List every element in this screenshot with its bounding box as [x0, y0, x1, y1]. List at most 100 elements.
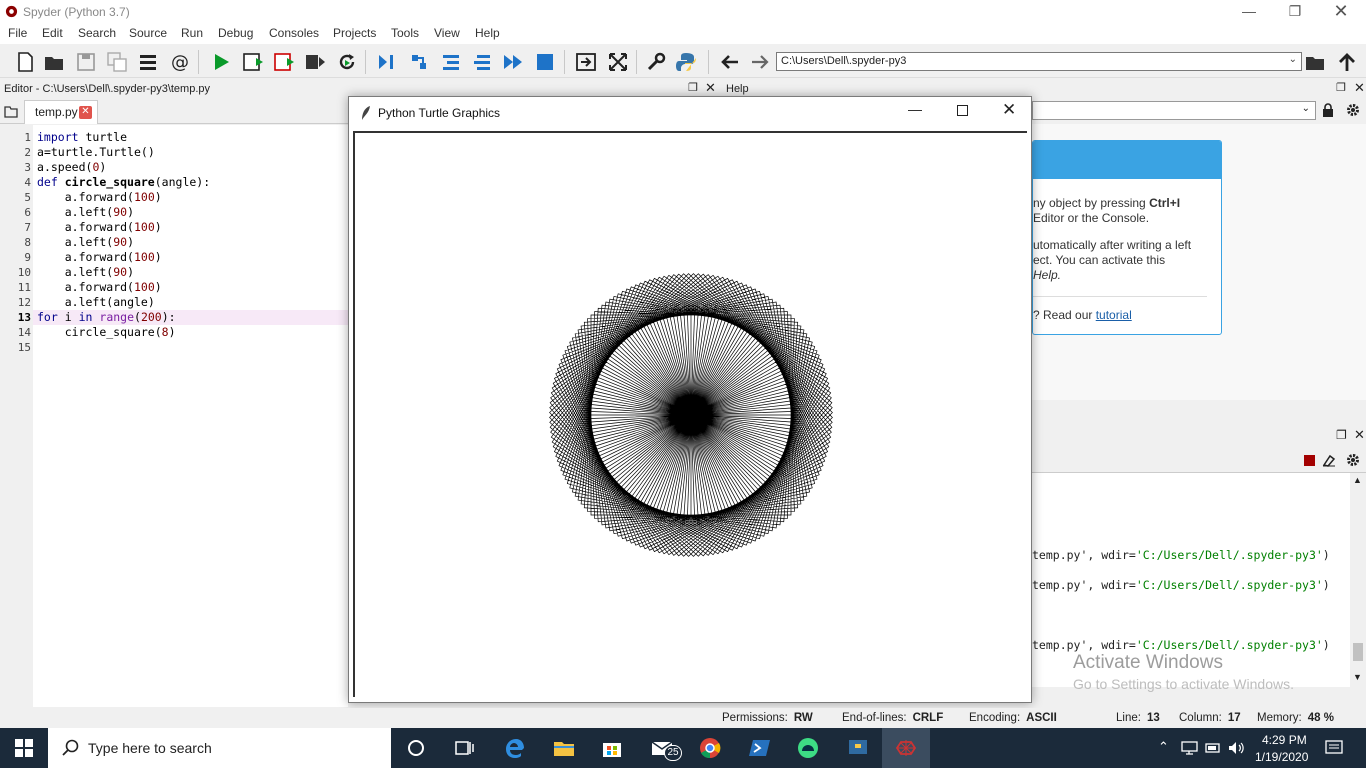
interrupt-kernel-icon[interactable] [1304, 455, 1315, 466]
android-studio-icon[interactable] [784, 728, 832, 768]
eraser-icon[interactable] [1322, 454, 1336, 467]
python-app-icon[interactable] [834, 728, 882, 768]
fullscreen-icon[interactable] [605, 49, 631, 75]
feather-icon [362, 106, 370, 120]
gear-icon[interactable] [1346, 103, 1360, 117]
tab-temp-py[interactable]: temp.py ✕ [24, 100, 98, 124]
battery-icon[interactable] [1205, 742, 1221, 754]
file-explorer-icon[interactable] [540, 728, 588, 768]
notifications-icon[interactable] [1325, 740, 1343, 756]
close-pane-icon[interactable]: ✕ [1354, 427, 1365, 443]
task-view-icon[interactable] [440, 728, 488, 768]
parent-dir-arrow-icon[interactable] [1334, 49, 1360, 75]
close-button[interactable]: ✕ [1002, 100, 1016, 120]
windows-start-icon[interactable] [0, 728, 48, 768]
menu-consoles[interactable]: Consoles [269, 26, 319, 40]
toolbar-separator [564, 50, 565, 74]
clock-time[interactable]: 4:29 PM [1262, 733, 1307, 747]
mail-icon[interactable]: 25 [638, 728, 686, 768]
python-path-icon[interactable] [673, 49, 699, 75]
spyder-taskbar-icon[interactable] [882, 728, 930, 768]
console-scrollbar[interactable]: ▲ ▼ [1350, 473, 1366, 687]
line-number: 13 [17, 311, 31, 324]
help-object-combo[interactable]: ⌄ [1032, 101, 1316, 120]
tutorial-link[interactable]: tutorial [1096, 308, 1132, 322]
cortana-icon[interactable] [392, 728, 440, 768]
status-bar: Permissions: RW End-of-lines: CRLF Encodin… [0, 708, 1366, 728]
close-pane-icon[interactable]: ✕ [1354, 80, 1365, 96]
open-file-icon[interactable] [41, 49, 67, 75]
tab-label: temp.py [35, 105, 78, 119]
save-file-icon[interactable] [73, 49, 99, 75]
volume-icon[interactable] [1228, 741, 1244, 755]
at-icon[interactable]: @ [167, 49, 193, 75]
run-selection-icon[interactable] [302, 49, 328, 75]
browse-folder-icon[interactable] [1302, 49, 1328, 75]
code-line: for i in range(200): [37, 310, 176, 324]
back-arrow-icon[interactable] [717, 49, 743, 75]
new-file-icon[interactable] [12, 49, 38, 75]
maximize-pane-icon[interactable] [573, 49, 599, 75]
menu-source[interactable]: Source [129, 26, 167, 40]
rerun-icon[interactable] [334, 49, 360, 75]
minimize-button[interactable]: — [908, 101, 922, 117]
undock-icon[interactable]: ❐ [1336, 81, 1346, 94]
line-status: Line: 13 [1116, 712, 1160, 724]
store-icon[interactable] [588, 728, 636, 768]
edge-browser-icon[interactable] [490, 728, 538, 768]
menu-tools[interactable]: Tools [391, 26, 419, 40]
restore-button[interactable]: ❐ [1272, 0, 1318, 24]
minimize-button[interactable]: — [1226, 0, 1272, 24]
gear-icon[interactable] [1346, 453, 1360, 467]
maximize-button[interactable] [957, 105, 968, 116]
save-all-icon[interactable] [104, 49, 130, 75]
stop-debug-icon[interactable] [532, 49, 558, 75]
powershell-icon[interactable] [736, 728, 784, 768]
menu-view[interactable]: View [434, 26, 460, 40]
code-line: a.left(90) [64, 205, 135, 219]
chrome-icon[interactable] [686, 728, 734, 768]
network-icon[interactable] [1181, 741, 1198, 755]
help-tabs-area [1032, 400, 1366, 428]
run-cell-advance-icon[interactable] [271, 49, 297, 75]
tab-close-icon[interactable]: ✕ [79, 106, 92, 119]
step-return-icon[interactable] [469, 49, 495, 75]
menu-edit[interactable]: Edit [42, 26, 63, 40]
memory-status: Memory: 48 % [1257, 712, 1334, 724]
step-icon[interactable] [406, 49, 432, 75]
preferences-wrench-icon[interactable] [643, 49, 669, 75]
search-icon [62, 739, 79, 756]
scroll-up-icon[interactable]: ▲ [1353, 475, 1362, 485]
windows-taskbar: Type here to search 25 ⌃ 4:29 PM 1/19/20… [0, 728, 1366, 768]
line-number: 7 [24, 221, 31, 234]
run-cell-icon[interactable] [240, 49, 266, 75]
tray-chevron-up-icon[interactable]: ⌃ [1158, 739, 1169, 755]
taskbar-search-box[interactable]: Type here to search [48, 728, 391, 768]
help-text-3: ? Read our tutorial [1033, 308, 1132, 322]
close-pane-icon[interactable]: ✕ [705, 80, 716, 96]
undock-icon[interactable]: ❐ [1336, 428, 1347, 442]
scroll-down-icon[interactable]: ▼ [1353, 672, 1362, 682]
browse-tabs-icon[interactable] [4, 106, 18, 118]
undock-icon[interactable]: ❐ [688, 81, 698, 94]
menu-projects[interactable]: Projects [333, 26, 376, 40]
menu-help[interactable]: Help [475, 26, 500, 40]
menu-debug[interactable]: Debug [218, 26, 253, 40]
line-number: 11 [17, 281, 31, 294]
debug-icon[interactable] [374, 49, 400, 75]
line-number: 1 [24, 131, 31, 144]
clock-date[interactable]: 1/19/2020 [1255, 750, 1308, 764]
working-directory-combo[interactable]: C:\Users\Dell\.spyder-py3 ⌄ [776, 52, 1302, 71]
list-icon[interactable] [135, 49, 161, 75]
scroll-thumb[interactable] [1353, 643, 1363, 661]
forward-arrow-icon[interactable] [747, 49, 773, 75]
menu-search[interactable]: Search [78, 26, 116, 40]
close-button[interactable]: ✕ [1318, 0, 1364, 24]
menu-run[interactable]: Run [181, 26, 203, 40]
menu-file[interactable]: File [8, 26, 27, 40]
step-into-icon[interactable] [438, 49, 464, 75]
run-icon[interactable] [208, 49, 234, 75]
code-editor[interactable]: 1 2 3 4 5 6 7 8 9 10 11 12 13 14 15 import turtle a=tur… [0, 125, 348, 707]
continue-icon[interactable] [500, 49, 526, 75]
lock-icon[interactable] [1322, 103, 1334, 117]
